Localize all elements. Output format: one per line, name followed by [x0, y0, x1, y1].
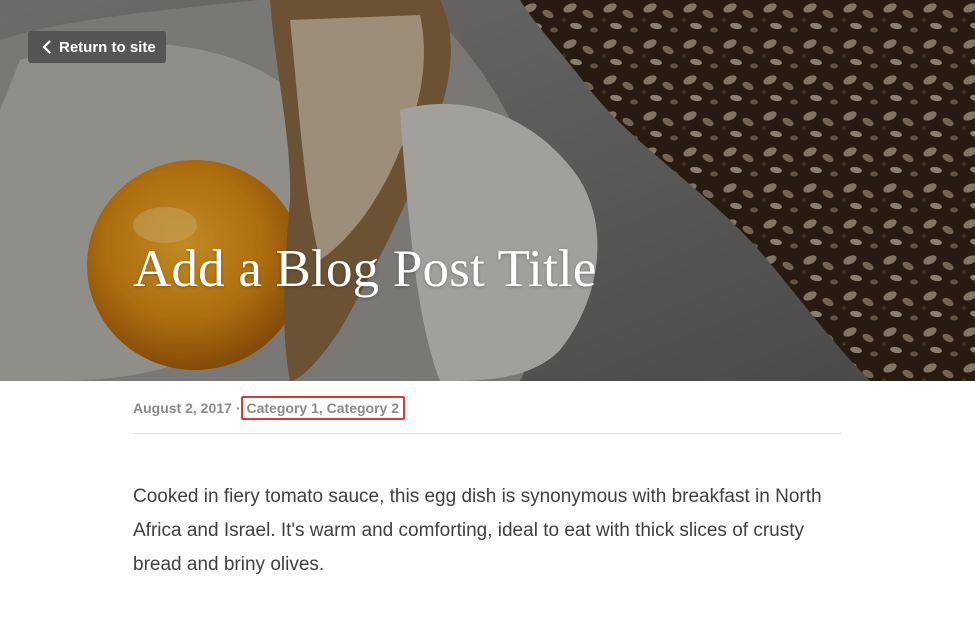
post-date: August 2, 2017: [133, 400, 232, 416]
category-link-1[interactable]: Category 1: [247, 400, 319, 416]
hero-banner: Return to site Add a Blog Post Title: [0, 0, 975, 381]
post-body: Cooked in fiery tomato sauce, this egg d…: [133, 486, 822, 575]
post-meta: August 2, 2017 · Category 1, Category 2: [133, 396, 841, 420]
chevron-left-icon: [42, 40, 51, 54]
post-categories-highlight: Category 1, Category 2: [240, 396, 405, 420]
return-to-site-label: Return to site: [59, 38, 156, 56]
meta-separator: ·: [235, 400, 241, 416]
category-delimiter: ,: [318, 400, 327, 416]
post-title: Add a Blog Post Title: [133, 240, 597, 298]
category-link-2[interactable]: Category 2: [327, 400, 399, 416]
meta-divider: [133, 433, 841, 434]
return-to-site-button[interactable]: Return to site: [28, 31, 166, 63]
